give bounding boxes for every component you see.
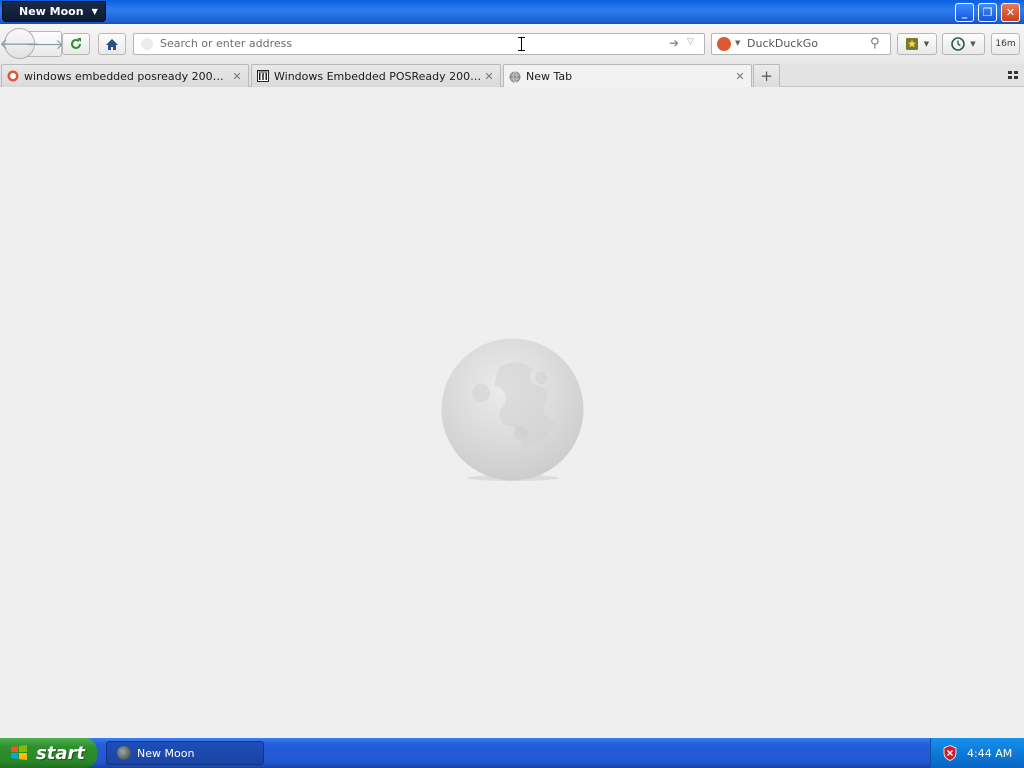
bookmarks-button[interactable]: ▼ xyxy=(897,33,937,55)
clock-icon xyxy=(951,37,966,51)
reload-button[interactable] xyxy=(62,33,90,55)
engine-dropdown-icon[interactable]: ▼ xyxy=(735,39,740,47)
go-arrow-icon[interactable]: ➔ xyxy=(669,36,679,50)
minimize-icon: _ xyxy=(961,6,968,19)
downloads-label: 16m xyxy=(995,39,1016,49)
close-button[interactable]: ✕ xyxy=(1001,3,1020,22)
taskbar-item-new-moon[interactable]: New Moon xyxy=(106,741,264,765)
close-icon[interactable]: ✕ xyxy=(230,70,244,83)
taskbar: start New Moon 4:44 AM xyxy=(0,738,1024,768)
browser-window: New Moon ▼ _ ❐ ✕ 🡐 🡒 Search or enter add… xyxy=(0,0,1024,738)
tab-strip: windows embedded posready 2009 upda... ✕… xyxy=(0,64,1024,88)
close-icon: ✕ xyxy=(1005,6,1016,19)
address-bar[interactable]: Search or enter address ➔ ▽ xyxy=(133,33,705,55)
plus-icon: + xyxy=(760,67,773,85)
home-button[interactable] xyxy=(98,33,126,55)
minimize-button[interactable]: _ xyxy=(955,3,974,22)
security-shield-icon[interactable] xyxy=(943,745,957,761)
tab-label: Windows Embedded POSReady 2009 and... xyxy=(274,69,482,83)
duckduckgo-icon xyxy=(7,70,19,82)
history-dropdown-icon[interactable]: ▽ xyxy=(687,37,694,47)
title-bar[interactable]: New Moon ▼ _ ❐ ✕ xyxy=(0,0,1024,24)
tab-search-results[interactable]: windows embedded posready 2009 upda... ✕ xyxy=(1,64,249,87)
start-button[interactable]: start xyxy=(0,738,97,768)
restore-button[interactable]: ❐ xyxy=(978,3,997,22)
navigation-toolbar: 🡐 🡒 Search or enter address ➔ ▽ ▼ DuckDu xyxy=(0,24,1024,64)
archive-icon xyxy=(257,70,269,82)
address-input[interactable]: Search or enter address xyxy=(160,37,292,50)
tab-new-tab[interactable]: New Tab ✕ xyxy=(503,64,752,88)
chevron-down-icon: ▼ xyxy=(970,40,976,48)
duckduckgo-icon[interactable] xyxy=(717,37,731,51)
close-icon[interactable]: ✕ xyxy=(482,70,496,83)
tab-list-icon[interactable] xyxy=(1006,68,1020,82)
search-input[interactable]: DuckDuckGo xyxy=(747,37,818,50)
chevron-down-icon: ▼ xyxy=(91,7,98,16)
bookmark-star-icon xyxy=(905,38,918,50)
new-moon-logo-icon xyxy=(441,338,584,481)
text-cursor-icon xyxy=(518,37,525,51)
clock: 4:44 AM xyxy=(967,746,1013,760)
new-moon-app-icon xyxy=(117,746,131,760)
system-tray: 4:44 AM xyxy=(930,738,1024,768)
search-icon[interactable]: ⚲ xyxy=(870,36,880,51)
tab-label: windows embedded posready 2009 upda... xyxy=(24,69,230,83)
chevron-down-icon: ▼ xyxy=(923,40,930,48)
globe-icon xyxy=(509,70,521,83)
forward-button[interactable]: 🡒 xyxy=(26,33,64,55)
search-bar[interactable]: ▼ DuckDuckGo ⚲ xyxy=(711,33,891,55)
windows-logo-icon xyxy=(11,745,27,760)
downloads-button[interactable]: 16m xyxy=(991,33,1020,55)
home-icon xyxy=(106,38,118,50)
start-label: start xyxy=(36,742,85,764)
app-menu-button[interactable]: New Moon ▼ xyxy=(2,1,106,22)
taskbar-item-label: New Moon xyxy=(137,746,195,760)
page-favicon-icon xyxy=(141,38,153,50)
app-menu-label: New Moon xyxy=(19,5,84,18)
history-button[interactable]: ▼ xyxy=(942,33,985,55)
tab-label: New Tab xyxy=(526,70,573,83)
reload-icon xyxy=(71,38,81,49)
arrow-right-icon: 🡒 xyxy=(26,36,64,53)
new-tab-page xyxy=(0,87,1024,738)
tab-archive[interactable]: Windows Embedded POSReady 2009 and... ✕ xyxy=(251,64,501,87)
restore-icon: ❐ xyxy=(982,6,993,19)
close-icon[interactable]: ✕ xyxy=(733,70,747,83)
new-tab-button[interactable]: + xyxy=(753,64,780,87)
